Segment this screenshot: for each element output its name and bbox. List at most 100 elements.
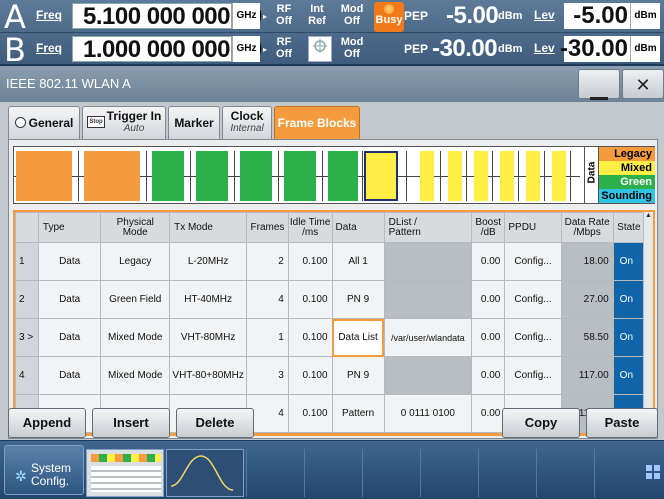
cell-state[interactable]: On xyxy=(612,242,646,281)
frame-block[interactable] xyxy=(328,151,358,201)
table-row[interactable]: 4 Data Mixed Mode VHT-80+80MHz 3 0.100 P… xyxy=(15,356,646,395)
cell-frames[interactable]: 3 xyxy=(246,356,289,395)
cell-frames[interactable]: 2 xyxy=(246,242,289,281)
frame-block[interactable] xyxy=(448,151,462,201)
taskbar-slot[interactable] xyxy=(594,449,642,497)
frame-block[interactable] xyxy=(152,151,184,201)
cell-idle-time[interactable]: 0.100 xyxy=(287,242,333,281)
cell-dlist-pattern[interactable]: 0 0111 0100 xyxy=(383,394,473,433)
cell-idle-time[interactable]: 0.100 xyxy=(287,280,333,319)
waveform-thumbnail[interactable] xyxy=(166,449,244,497)
cell-boost[interactable]: 0.00 xyxy=(471,318,506,357)
taskbar-slot[interactable] xyxy=(478,449,536,497)
cell-physical-mode[interactable]: Legacy xyxy=(100,242,171,281)
rf-a-toggle[interactable]: RF Off xyxy=(272,3,296,27)
frame-block[interactable] xyxy=(526,151,540,201)
taskbar-slot[interactable] xyxy=(536,449,594,497)
cell-tx-mode[interactable]: HT-40MHz xyxy=(169,280,248,319)
frame-block[interactable] xyxy=(420,151,434,201)
step-arrow-icon[interactable]: ▸ xyxy=(263,12,267,21)
frame-block[interactable] xyxy=(500,151,514,201)
freq-a-field[interactable]: 5.100 000 000 00 xyxy=(72,3,262,30)
table-row[interactable]: 2 Data Green Field HT-40MHz 4 0.100 PN 9… xyxy=(15,280,646,319)
lev-a-label[interactable]: Lev xyxy=(534,8,555,22)
frame-block[interactable] xyxy=(552,151,566,201)
freq-b-field[interactable]: 1.000 000 000 00 xyxy=(72,36,262,63)
taskbar-slot[interactable] xyxy=(304,449,362,497)
row-index[interactable]: 3 > xyxy=(15,318,39,357)
cell-ppdu[interactable]: Config... xyxy=(504,242,562,281)
lev-b-field[interactable]: -30.00 dBm xyxy=(560,35,660,62)
frame-block[interactable] xyxy=(474,151,488,201)
cell-type[interactable]: Data xyxy=(37,242,102,281)
row-index[interactable]: 2 xyxy=(15,280,39,319)
lev-a-field[interactable]: -5.00 dBm xyxy=(564,2,660,29)
rf-b-toggle[interactable]: RF Off xyxy=(272,36,296,60)
minimize-button[interactable] xyxy=(578,69,620,100)
freq-a-label[interactable]: Freq xyxy=(36,8,62,22)
cell-ppdu[interactable]: Config... xyxy=(504,318,562,357)
cell-physical-mode[interactable]: Green Field xyxy=(100,280,171,319)
cell-data-focused[interactable]: Data List xyxy=(331,318,385,357)
cell-physical-mode[interactable]: Mixed Mode xyxy=(100,318,171,357)
cell-state[interactable]: On xyxy=(612,280,646,319)
table-row[interactable]: 1 Data Legacy L-20MHz 2 0.100 All 1 0.00… xyxy=(15,242,646,281)
frame-blocks-thumbnail[interactable] xyxy=(86,449,164,497)
cell-frames[interactable]: 4 xyxy=(246,280,289,319)
window-grid-icon[interactable] xyxy=(646,465,660,479)
taskbar-slot[interactable] xyxy=(246,449,304,497)
cell-data[interactable]: PN 9 xyxy=(331,280,385,319)
cell-tx-mode[interactable]: L-20MHz xyxy=(169,242,248,281)
cell-dlist-pattern[interactable]: /var/user/wlandata xyxy=(383,318,473,357)
cell-frames[interactable]: 1 xyxy=(246,318,289,357)
freq-b-unit[interactable]: GHz xyxy=(232,36,260,62)
cell-idle-time[interactable]: 0.100 xyxy=(287,356,333,395)
table-row-selected[interactable]: 3 > Data Mixed Mode VHT-80MHz 1 0.100 Da… xyxy=(15,318,646,357)
frame-block[interactable] xyxy=(16,151,72,201)
row-index[interactable]: 1 xyxy=(15,242,39,281)
ref-toggle[interactable]: Int Ref xyxy=(305,3,329,27)
copy-button[interactable]: Copy xyxy=(502,408,580,438)
frame-block[interactable] xyxy=(84,151,140,201)
frame-block[interactable] xyxy=(284,151,316,201)
tab-trigger-in[interactable]: Stop Trigger In Auto xyxy=(82,106,166,139)
cell-boost[interactable]: 0.00 xyxy=(471,356,506,395)
frame-block[interactable] xyxy=(196,151,228,201)
cell-tx-mode[interactable]: VHT-80MHz xyxy=(169,318,248,357)
insert-button[interactable]: Insert xyxy=(92,408,170,438)
cell-data[interactable]: Pattern xyxy=(331,394,385,433)
cell-ppdu[interactable]: Config... xyxy=(504,280,562,319)
mod-a-toggle[interactable]: Mod Off xyxy=(340,3,364,27)
cell-boost[interactable]: 0.00 xyxy=(471,242,506,281)
system-config-button[interactable]: ✲ System Config. xyxy=(4,445,84,495)
cell-type[interactable]: Data xyxy=(37,318,102,357)
cell-idle-time[interactable]: 0.100 xyxy=(287,318,333,357)
step-arrow-icon[interactable]: ▸ xyxy=(263,45,267,54)
tab-general[interactable]: General xyxy=(8,106,80,139)
table-scrollbar[interactable]: ▲ ▼ xyxy=(643,212,653,434)
cell-boost[interactable]: 0.00 xyxy=(471,394,506,433)
taskbar-slot[interactable] xyxy=(362,449,420,497)
cell-idle-time[interactable]: 0.100 xyxy=(287,394,333,433)
frame-block[interactable] xyxy=(240,151,272,201)
cell-boost[interactable]: 0.00 xyxy=(471,280,506,319)
cell-data[interactable]: All 1 xyxy=(331,242,385,281)
freq-b-label[interactable]: Freq xyxy=(36,41,62,55)
paste-button[interactable]: Paste xyxy=(586,408,658,438)
tab-frame-blocks[interactable]: Frame Blocks xyxy=(274,106,360,139)
cell-physical-mode[interactable]: Mixed Mode xyxy=(100,356,171,395)
cell-state[interactable]: On xyxy=(612,318,646,357)
row-index[interactable]: 4 xyxy=(15,356,39,395)
frame-block-selected[interactable] xyxy=(364,151,398,201)
cell-tx-mode[interactable]: VHT-80+80MHz xyxy=(169,356,248,395)
cell-state[interactable]: On xyxy=(612,356,646,395)
tab-marker[interactable]: Marker xyxy=(168,106,220,139)
cell-data[interactable]: PN 9 xyxy=(331,356,385,395)
freq-a-unit[interactable]: GHz xyxy=(232,3,260,29)
delete-button[interactable]: Delete xyxy=(176,408,254,438)
scroll-up-icon[interactable]: ▲ xyxy=(645,212,652,219)
cell-type[interactable]: Data xyxy=(37,356,102,395)
mod-b-toggle[interactable]: Mod Off xyxy=(340,36,364,60)
lev-b-label[interactable]: Lev xyxy=(534,41,555,55)
close-button[interactable]: ✕ xyxy=(622,69,664,99)
